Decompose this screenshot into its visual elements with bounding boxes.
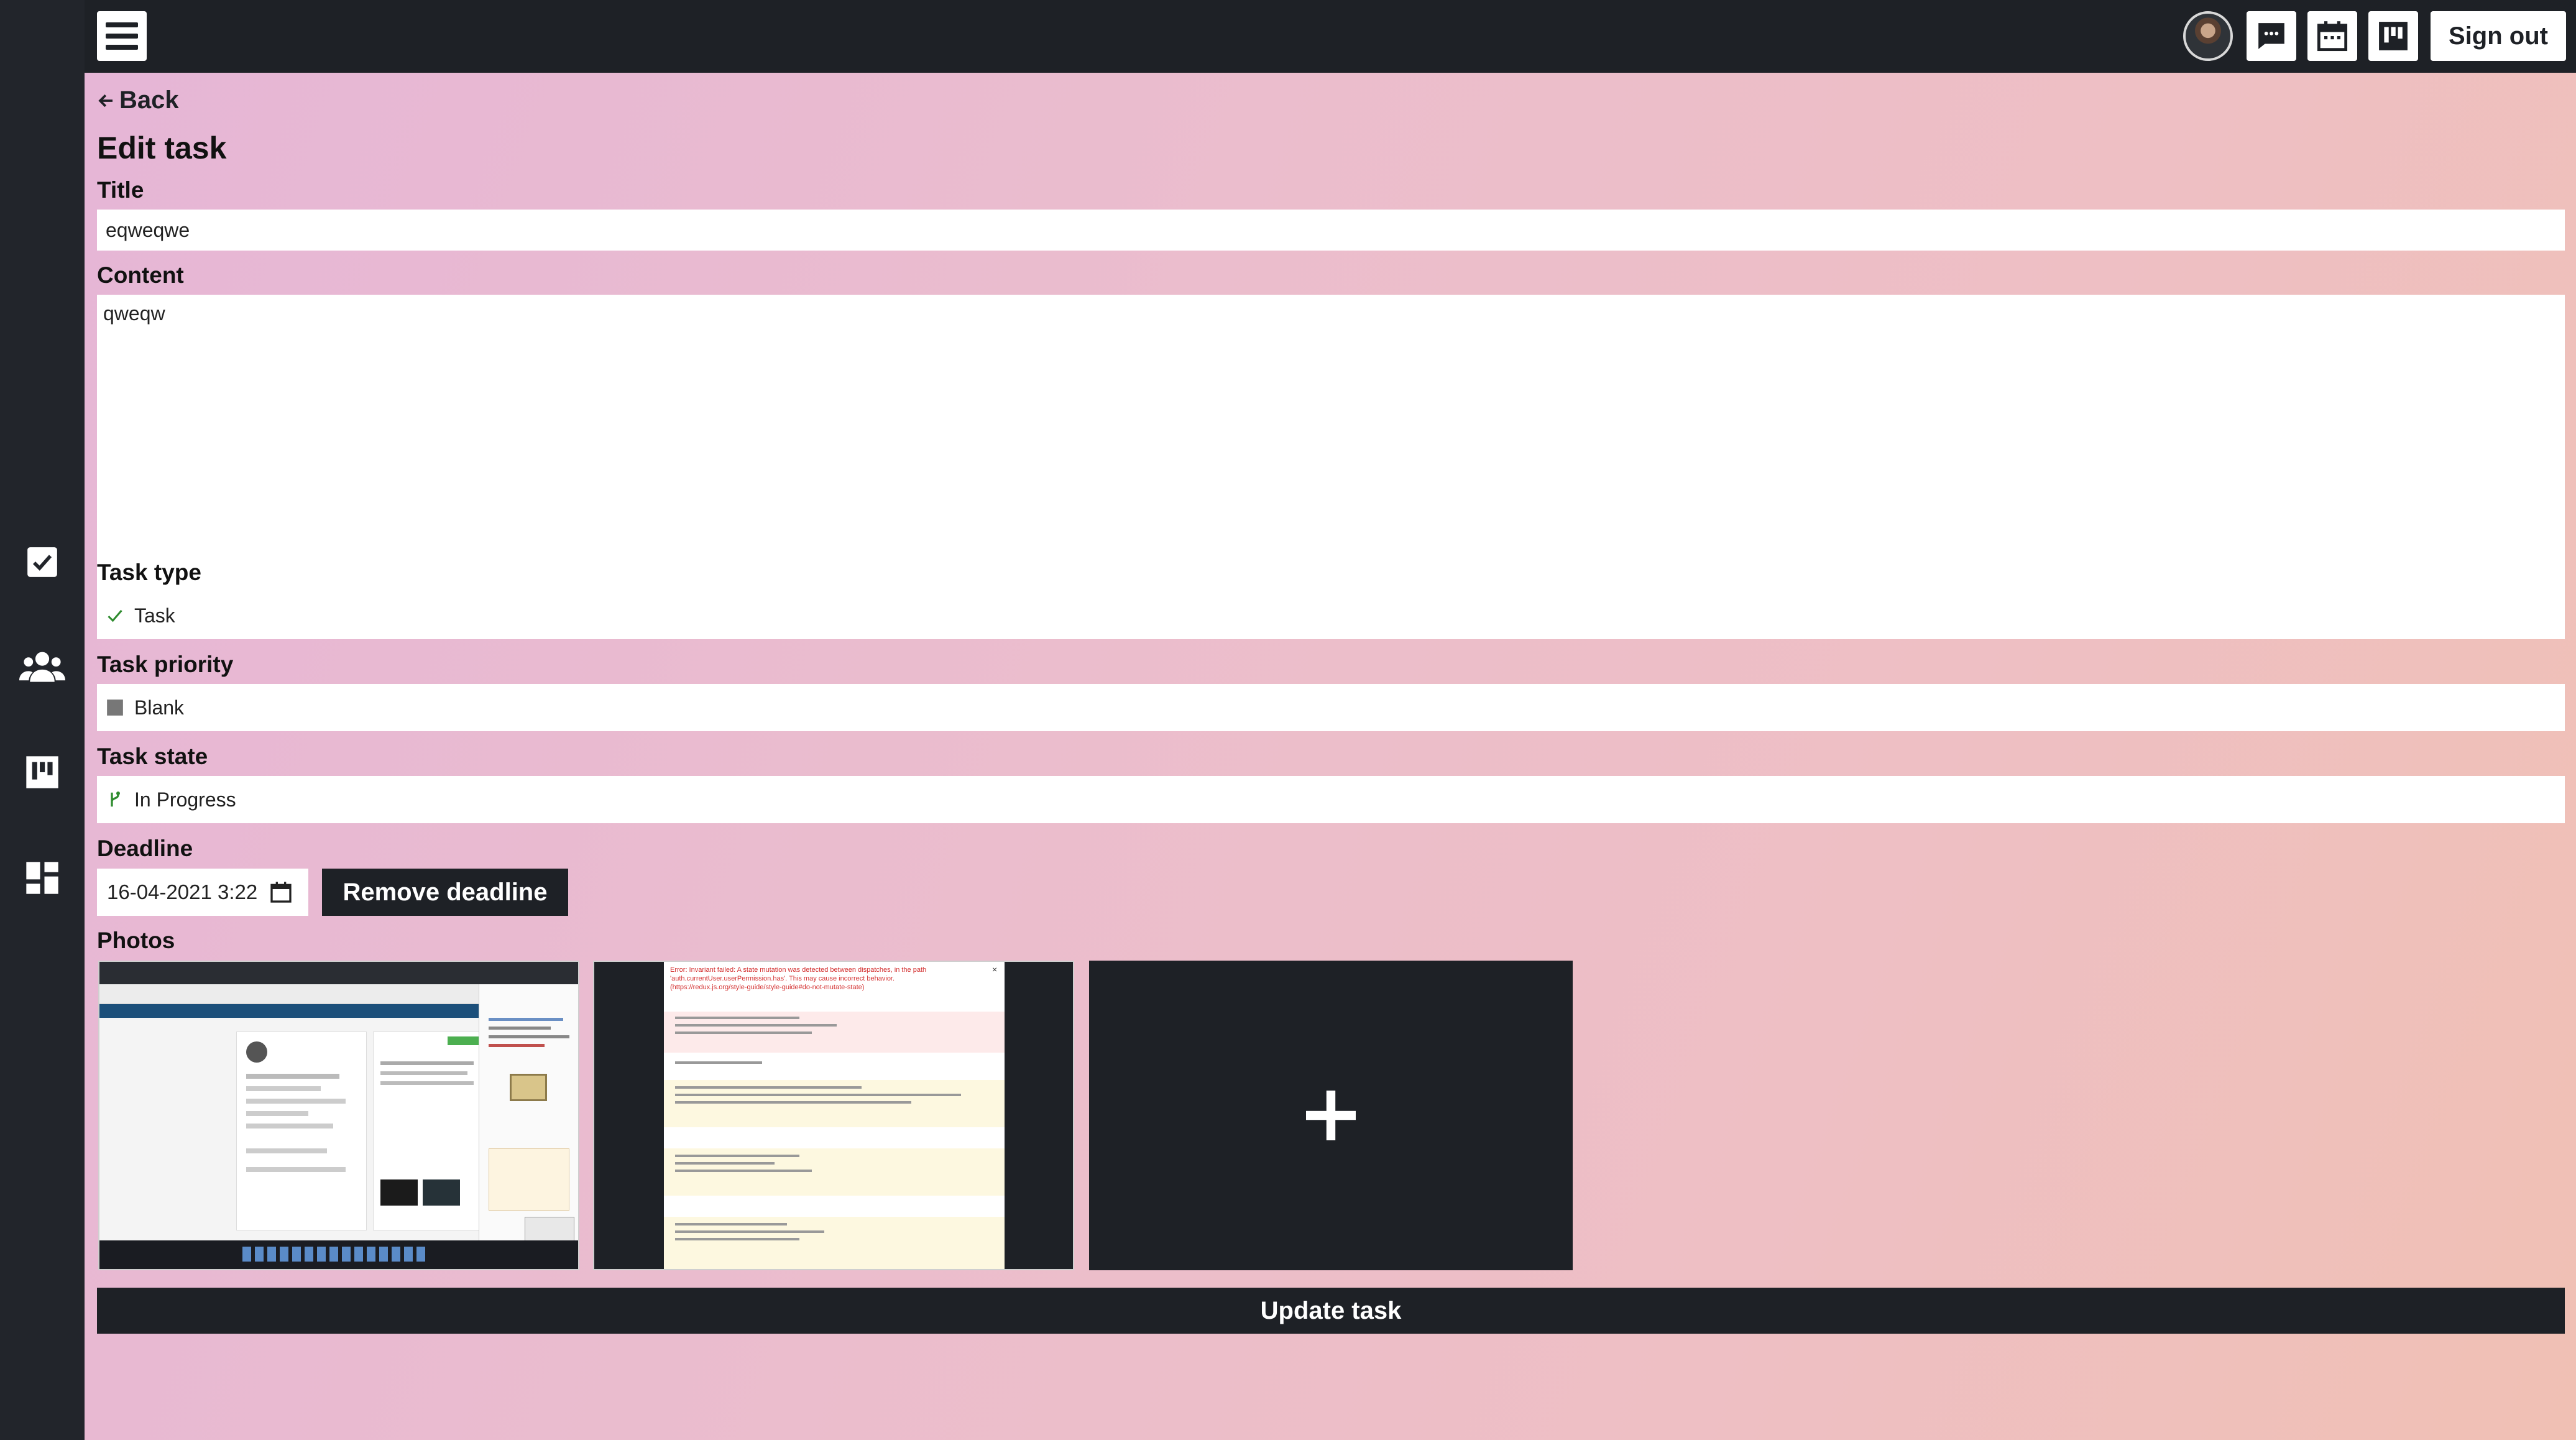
update-task-button[interactable]: Update task	[97, 1288, 2565, 1334]
screenshot-thumbnail-2[interactable]: Error: Invariant failed: A state mutatio…	[593, 961, 1074, 1270]
task-state-label: Task state	[97, 744, 208, 769]
deadline-value: 16-04-2021 3:22	[107, 880, 258, 903]
content-textarea[interactable]: qweqw	[97, 295, 2565, 616]
hamburger-menu-icon[interactable]	[97, 11, 147, 61]
content-label: Content	[97, 262, 184, 288]
photos-label: Photos	[97, 928, 175, 953]
error-text: Error: Invariant failed: A state mutatio…	[670, 966, 927, 991]
deadline-input[interactable]: 16-04-2021 3:22	[97, 869, 308, 916]
sign-out-button[interactable]: Sign out	[2431, 11, 2566, 61]
check-icon	[106, 606, 124, 625]
add-photo-button[interactable]	[1089, 961, 1573, 1270]
kanban-icon[interactable]	[19, 749, 66, 796]
title-label: Title	[97, 177, 144, 203]
deadline-label: Deadline	[97, 836, 193, 861]
task-type-select[interactable]: Task	[97, 592, 2565, 639]
title-value: eqweqwe	[106, 218, 190, 241]
arrow-left-icon	[98, 94, 113, 107]
task-priority-select[interactable]: Blank	[97, 684, 2565, 731]
priority-square-icon	[106, 698, 124, 717]
task-state-select[interactable]: In Progress	[97, 776, 2565, 823]
page-title: Edit task	[97, 131, 227, 165]
screenshot-thumbnail-1[interactable]	[98, 961, 579, 1270]
back-link[interactable]: Back	[97, 86, 179, 114]
plus-icon	[1306, 1091, 1356, 1140]
calendar-icon[interactable]	[269, 880, 293, 905]
close-icon: ×	[992, 964, 998, 974]
task-type-label: Task type	[97, 560, 201, 585]
back-label: Back	[119, 86, 179, 114]
task-priority-label: Task priority	[97, 652, 234, 677]
chat-icon[interactable]	[2247, 11, 2296, 61]
dashboard-icon[interactable]	[19, 854, 66, 902]
sidebar	[0, 0, 85, 1440]
user-avatar[interactable]	[2183, 11, 2233, 61]
users-icon[interactable]	[19, 643, 66, 690]
content-value: qweqw	[103, 302, 165, 325]
title-input[interactable]: eqweqwe	[97, 210, 2565, 251]
checkbox-icon[interactable]	[19, 538, 66, 586]
kanban-icon[interactable]	[2368, 11, 2418, 61]
task-state-value: In Progress	[134, 788, 236, 811]
task-priority-value: Blank	[134, 696, 185, 719]
calendar-icon[interactable]	[2307, 11, 2357, 61]
task-type-value: Task	[134, 604, 175, 627]
branch-icon	[106, 790, 124, 809]
remove-deadline-button[interactable]: Remove deadline	[322, 869, 568, 916]
